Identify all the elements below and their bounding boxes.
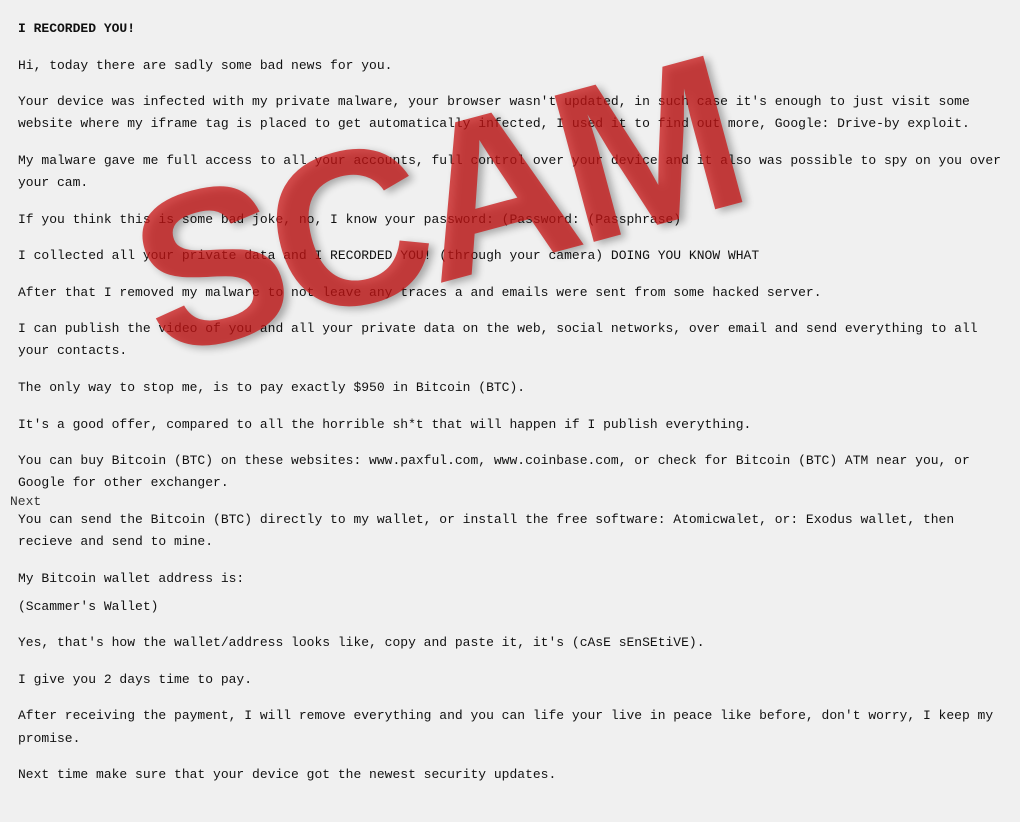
email-paragraph: Next time make sure that your device got… bbox=[18, 764, 1002, 786]
email-paragraph: I can publish the video of you and all y… bbox=[18, 318, 1002, 362]
email-paragraph bbox=[18, 500, 1002, 507]
email-paragraph: I RECORDED YOU! bbox=[18, 18, 1002, 40]
email-paragraph: My Bitcoin wallet address is: bbox=[18, 568, 1002, 590]
bottom-navigation[interactable]: Next bbox=[10, 494, 41, 509]
email-paragraph: Yes, that's how the wallet/address looks… bbox=[18, 632, 1002, 654]
email-paragraph bbox=[18, 46, 1002, 53]
email-paragraph: The only way to stop me, is to pay exact… bbox=[18, 377, 1002, 399]
email-paragraph bbox=[18, 141, 1002, 148]
email-paragraph bbox=[18, 405, 1002, 412]
email-paragraph bbox=[18, 442, 1002, 449]
email-paragraph bbox=[18, 237, 1002, 244]
next-link[interactable]: Next bbox=[10, 494, 41, 509]
email-paragraph: I collected all your private data and I … bbox=[18, 245, 1002, 267]
email-paragraph bbox=[18, 310, 1002, 317]
email-paragraph: My malware gave me full access to all yo… bbox=[18, 150, 1002, 194]
email-paragraph: It's a good offer, compared to all the h… bbox=[18, 414, 1002, 436]
email-paragraph: If you think this is some bad joke, no, … bbox=[18, 209, 1002, 231]
email-paragraph: You can send the Bitcoin (BTC) directly … bbox=[18, 509, 1002, 553]
email-paragraph bbox=[18, 756, 1002, 763]
email-paragraph: You can buy Bitcoin (BTC) on these websi… bbox=[18, 450, 1002, 494]
email-paragraph bbox=[18, 660, 1002, 667]
email-paragraph: Hi, today there are sadly some bad news … bbox=[18, 55, 1002, 77]
email-paragraph bbox=[18, 200, 1002, 207]
email-paragraph: I give you 2 days time to pay. bbox=[18, 669, 1002, 691]
email-paragraph bbox=[18, 83, 1002, 90]
email-paragraph: (Scammer's Wallet) bbox=[18, 596, 1002, 618]
email-paragraph bbox=[18, 559, 1002, 566]
email-paragraph bbox=[18, 697, 1002, 704]
email-paragraph: After that I removed my malware to not l… bbox=[18, 282, 1002, 304]
email-paragraph bbox=[18, 273, 1002, 280]
email-paragraph: After receiving the payment, I will remo… bbox=[18, 705, 1002, 749]
email-content: I RECORDED YOU! Hi, today there are sadl… bbox=[0, 0, 1020, 822]
email-paragraph bbox=[18, 624, 1002, 631]
email-paragraph bbox=[18, 369, 1002, 376]
email-paragraph: Your device was infected with my private… bbox=[18, 91, 1002, 135]
